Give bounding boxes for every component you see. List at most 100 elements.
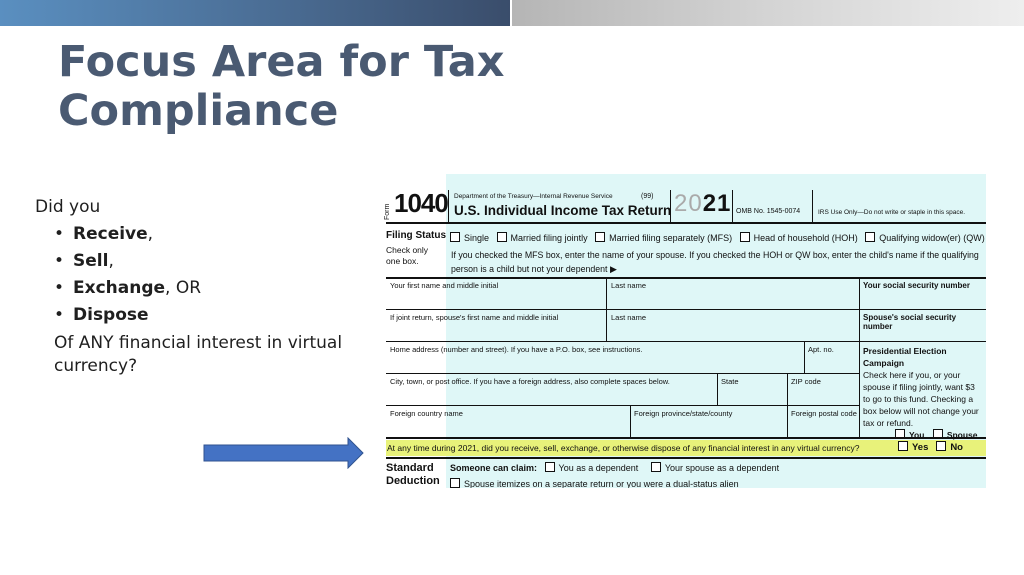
divider: [804, 341, 805, 373]
pec-text: Check here if you, or your spouse if fil…: [863, 370, 979, 428]
divider: [386, 222, 986, 224]
checkbox: [450, 478, 460, 488]
pec-title: Presidential Election Campaign: [863, 346, 947, 368]
spouse-itemizes: Spouse itemizes on a separate return or …: [450, 478, 739, 488]
filing-status-note: Check only one box.: [386, 245, 429, 266]
foreign-postal-label: Foreign postal code: [791, 409, 857, 418]
form-code: (99): [641, 193, 654, 200]
divider: [386, 341, 986, 342]
header-bar-gray: [512, 0, 1024, 26]
virtual-currency-question: At any time during 2021, did you receive…: [387, 443, 860, 453]
spouse-ssn-label: Spouse's social security number: [863, 313, 957, 331]
bullet-icon: •: [54, 224, 65, 244]
bullet-rest: , OR: [165, 278, 202, 298]
apt-no-label: Apt. no.: [808, 345, 834, 354]
bullet-item: • Sell,: [54, 251, 365, 271]
home-address-label: Home address (number and street). If you…: [390, 345, 643, 354]
slide-body: Did you • Receive, • Sell, • Exchange, OR •…: [35, 197, 365, 378]
bullet-bold: Sell: [73, 251, 109, 271]
filing-help: If you checked the MFS box, enter the na…: [451, 248, 981, 276]
checkbox: [739, 232, 750, 242]
bullet-item: • Exchange, OR: [54, 278, 365, 298]
form-number: 1040: [394, 188, 449, 218]
divider: [670, 190, 671, 222]
checkbox: [496, 232, 507, 242]
foreign-country-label: Foreign country name: [390, 409, 463, 418]
divider: [859, 341, 860, 437]
title-line-1: Focus Area for Tax: [58, 37, 505, 87]
filing-option: Married filing separately (MFS): [595, 232, 732, 243]
bullet-icon: •: [54, 305, 65, 325]
std-line: Deduction: [386, 475, 440, 487]
divider: [787, 373, 788, 405]
filing-option: Head of household (HOH): [739, 232, 858, 243]
divider: [787, 405, 788, 437]
year-suffix: 21: [702, 190, 732, 217]
spouse-last-name-label: Last name: [611, 313, 647, 322]
bullet-icon: •: [54, 278, 65, 298]
foreign-province-label: Foreign province/state/county: [634, 409, 733, 418]
last-name-label: Last name: [611, 281, 647, 290]
divider: [630, 405, 631, 437]
form-year: 2021: [674, 190, 731, 218]
spouse-first-name-label: If joint return, spouse's first name and…: [390, 313, 559, 322]
irs-use-note: IRS Use Only—Do not write or staple in t…: [818, 209, 966, 216]
option-label: Qualifying widow(er) (QW): [879, 233, 985, 243]
checkbox: [865, 232, 876, 242]
bullet-rest: ,: [147, 224, 154, 244]
bullet-rest: ,: [108, 251, 114, 271]
form-1040-image: Form 1040 Department of the Treasury—Int…: [370, 150, 986, 488]
bullet-bold: Receive: [73, 224, 148, 244]
claim-option: Your spouse as a dependent: [664, 463, 780, 473]
filing-option: Single: [450, 232, 489, 243]
filing-help-line: person is a child but not your dependent…: [451, 264, 617, 274]
form-title: U.S. Individual Income Tax Return: [454, 203, 672, 218]
title-line-2: Compliance: [58, 86, 339, 136]
claim-option: You as a dependent: [558, 463, 639, 473]
divider: [386, 437, 986, 439]
checkbox: [595, 232, 606, 242]
std-line: Standard: [386, 462, 434, 474]
standard-deduction-label: Standard Deduction: [386, 462, 440, 488]
claim-label: Someone can claim:: [450, 463, 538, 473]
divider: [386, 405, 859, 406]
divider: [717, 373, 718, 405]
spouse-itemizes-label: Spouse itemizes on a separate return or …: [464, 479, 739, 488]
divider: [386, 309, 986, 310]
filing-option: Married filing jointly: [496, 232, 588, 243]
option-label: Married filing jointly: [510, 233, 588, 243]
year-prefix: 20: [674, 190, 703, 217]
option-label: Married filing separately (MFS): [609, 233, 733, 243]
bullet-bold: Dispose: [73, 305, 149, 325]
divider: [386, 373, 859, 374]
outro-text: Of ANY financial interest in virtual cur…: [54, 333, 343, 376]
checkbox: [544, 462, 555, 472]
bullet-item: • Dispose: [54, 305, 365, 325]
intro-text: Did you: [35, 197, 101, 217]
presidential-election-campaign: Presidential Election Campaign Check her…: [863, 345, 983, 441]
form-department: Department of the Treasury—Internal Reve…: [454, 193, 613, 200]
bullet-bold: Exchange: [73, 278, 166, 298]
arrow-right-icon: [203, 437, 364, 469]
no-label: No: [950, 442, 963, 453]
filing-help-line: If you checked the MFS box, enter the na…: [451, 250, 979, 260]
checkbox: [936, 441, 947, 451]
divider: [448, 190, 449, 222]
yes-label: Yes: [912, 442, 929, 453]
zip-label: ZIP code: [791, 377, 821, 386]
divider: [812, 190, 813, 222]
option-label: Head of household (HOH): [753, 233, 858, 243]
header-bar-blue: [0, 0, 510, 26]
checkbox: [650, 462, 661, 472]
filing-status-options: Single Married filing jointly Married fi…: [450, 232, 985, 243]
filing-option: Qualifying widow(er) (QW): [865, 232, 985, 243]
filing-status-label: Filing Status: [386, 230, 446, 241]
omb-number: OMB No. 1545-0074: [736, 208, 801, 215]
bullet-list: • Receive, • Sell, • Exchange, OR • Dispose: [35, 224, 365, 325]
city-label: City, town, or post office. If you have …: [390, 377, 670, 386]
first-name-label: Your first name and middle initial: [390, 281, 499, 290]
checkbox: [450, 232, 460, 242]
option-label: Single: [464, 233, 490, 243]
divider: [732, 190, 733, 222]
virtual-currency-answers: Yes No: [898, 441, 963, 453]
